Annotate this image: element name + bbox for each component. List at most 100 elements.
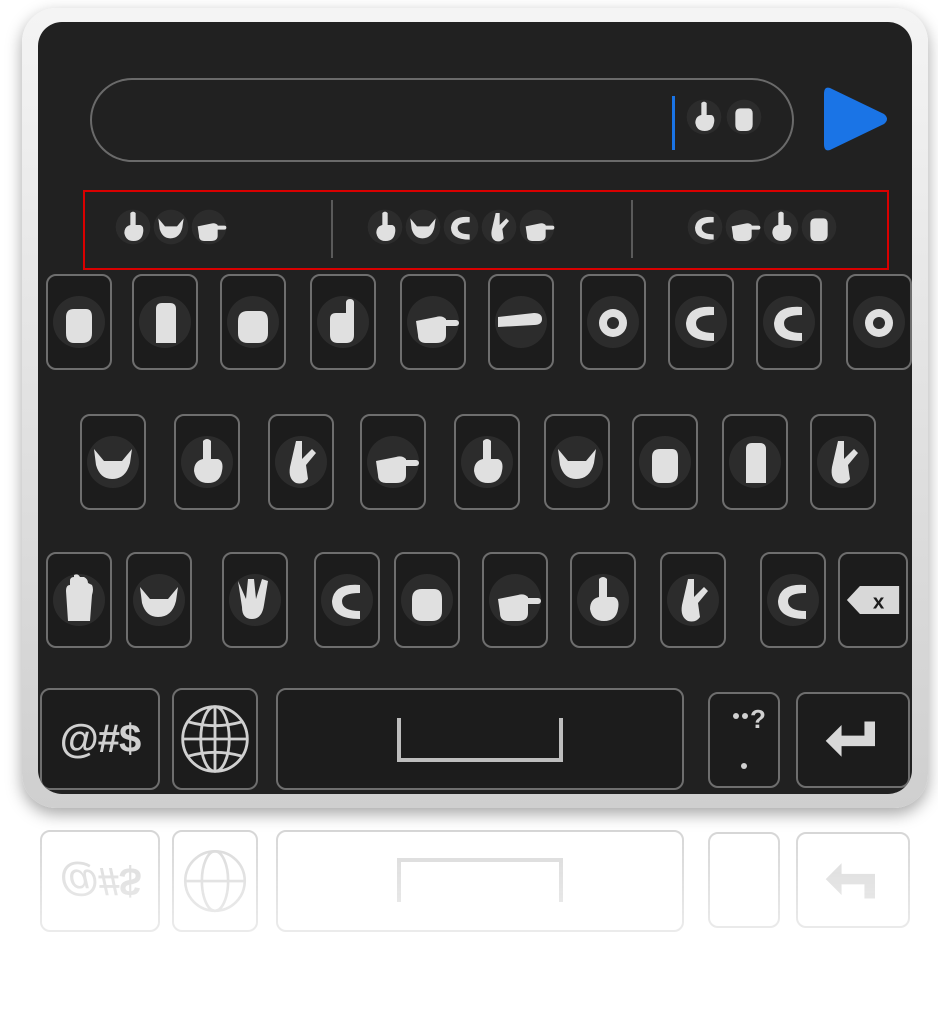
sign-y-icon — [550, 427, 604, 497]
reflection-globe-key — [172, 830, 258, 932]
space-bar[interactable] — [276, 688, 684, 790]
sign-key[interactable] — [632, 414, 698, 510]
sign-y-icon — [86, 427, 140, 497]
play-arrow-icon — [824, 87, 887, 151]
keyboard-frame: x @#$ ? — [22, 8, 928, 808]
sign-key[interactable] — [394, 552, 460, 648]
sign-key[interactable] — [126, 552, 192, 648]
reflection-space-bar — [276, 830, 684, 932]
suggestion-divider — [331, 200, 333, 258]
sign-w-icon — [228, 565, 282, 635]
enter-key[interactable] — [796, 692, 910, 788]
sign-key[interactable] — [132, 274, 198, 370]
reflection-enter-icon — [825, 863, 875, 899]
reflection-symbols-key: @#$ — [40, 830, 160, 932]
typed-text — [686, 94, 762, 140]
globe-icon — [181, 705, 249, 773]
sign-point-icon — [406, 287, 460, 357]
sign-key[interactable] — [570, 552, 636, 648]
sign-thumb-icon — [316, 287, 370, 357]
text-caret — [672, 96, 675, 150]
sign-e-icon — [400, 565, 454, 635]
sign-o-icon — [586, 287, 640, 357]
suggestion-2[interactable] — [367, 204, 555, 250]
sign-key[interactable] — [80, 414, 146, 510]
sign-flat-icon — [494, 287, 548, 357]
sign-key[interactable] — [668, 274, 734, 370]
sign-index-up-icon — [460, 427, 514, 497]
sign-key[interactable] — [220, 274, 286, 370]
sign-fist-icon — [638, 427, 692, 497]
sign-y-icon — [405, 204, 441, 250]
sign-k-icon — [816, 427, 870, 497]
sign-key[interactable] — [722, 414, 788, 510]
sign-fist-icon — [801, 204, 837, 250]
sign-key[interactable] — [810, 414, 876, 510]
sign-c-icon — [320, 565, 374, 635]
sign-index-up-icon — [763, 204, 799, 250]
enter-arrow-icon — [825, 721, 875, 757]
sign-key[interactable] — [454, 414, 520, 510]
sign-index-up-icon — [367, 204, 403, 250]
svg-text:x: x — [873, 590, 885, 613]
sign-key[interactable] — [310, 274, 376, 370]
backspace-button[interactable]: x — [838, 552, 908, 648]
suggestion-divider — [631, 200, 633, 258]
sign-y-icon — [132, 565, 186, 635]
sign-point-icon — [488, 565, 542, 635]
sign-key[interactable] — [482, 552, 548, 648]
sign-point-icon — [366, 427, 420, 497]
sign-b-icon — [728, 427, 782, 497]
sign-key[interactable] — [580, 274, 646, 370]
sign-c-icon — [762, 287, 816, 357]
sign-key[interactable] — [222, 552, 288, 648]
sign-c-icon — [766, 565, 820, 635]
sign-c-icon — [443, 204, 479, 250]
sign-k-icon — [666, 565, 720, 635]
sign-key[interactable] — [268, 414, 334, 510]
send-button[interactable] — [820, 82, 890, 156]
sign-key[interactable] — [174, 414, 240, 510]
sign-index-up-icon — [686, 94, 722, 140]
sign-c-icon — [674, 287, 728, 357]
punctuation-icon: ? — [733, 704, 766, 769]
reflection-globe-icon — [183, 849, 247, 913]
sign-fist-icon — [726, 94, 762, 140]
suggestion-bar — [83, 190, 889, 270]
sign-k-icon — [481, 204, 517, 250]
sign-key[interactable] — [46, 552, 112, 648]
sign-key[interactable] — [544, 414, 610, 510]
sign-key[interactable] — [360, 414, 426, 510]
keyboard-reflection: @#$ — [38, 828, 912, 1028]
sign-key[interactable] — [846, 274, 912, 370]
sign-index-up-icon — [180, 427, 234, 497]
sign-o-icon — [852, 287, 906, 357]
reflection-punctuation-key — [708, 832, 780, 928]
punctuation-key[interactable]: ? — [708, 692, 780, 788]
sign-c-icon — [687, 204, 723, 250]
backspace-icon: x — [846, 586, 900, 614]
sign-key[interactable] — [46, 274, 112, 370]
sign-key[interactable] — [400, 274, 466, 370]
sign-point-icon — [725, 204, 761, 250]
sign-key[interactable] — [488, 274, 554, 370]
message-input[interactable] — [90, 78, 794, 162]
reflection-symbols-label: @#$ — [59, 859, 141, 904]
sign-key[interactable] — [314, 552, 380, 648]
space-bar-icon — [397, 718, 563, 762]
suggestion-1[interactable] — [115, 204, 227, 250]
sign-point-icon — [191, 204, 227, 250]
symbols-key-label: @#$ — [59, 716, 141, 761]
sign-k-icon — [274, 427, 328, 497]
sign-index-up-icon — [576, 565, 630, 635]
svg-text:?: ? — [750, 704, 766, 734]
sign-key[interactable] — [760, 552, 826, 648]
sign-key[interactable] — [660, 552, 726, 648]
symbols-key[interactable]: @#$ — [40, 688, 160, 790]
sign-b-icon — [138, 287, 192, 357]
keyboard-screen: x @#$ ? — [38, 22, 912, 794]
language-key[interactable] — [172, 688, 258, 790]
sign-e-icon — [226, 287, 280, 357]
suggestion-3[interactable] — [687, 204, 837, 250]
sign-key[interactable] — [756, 274, 822, 370]
